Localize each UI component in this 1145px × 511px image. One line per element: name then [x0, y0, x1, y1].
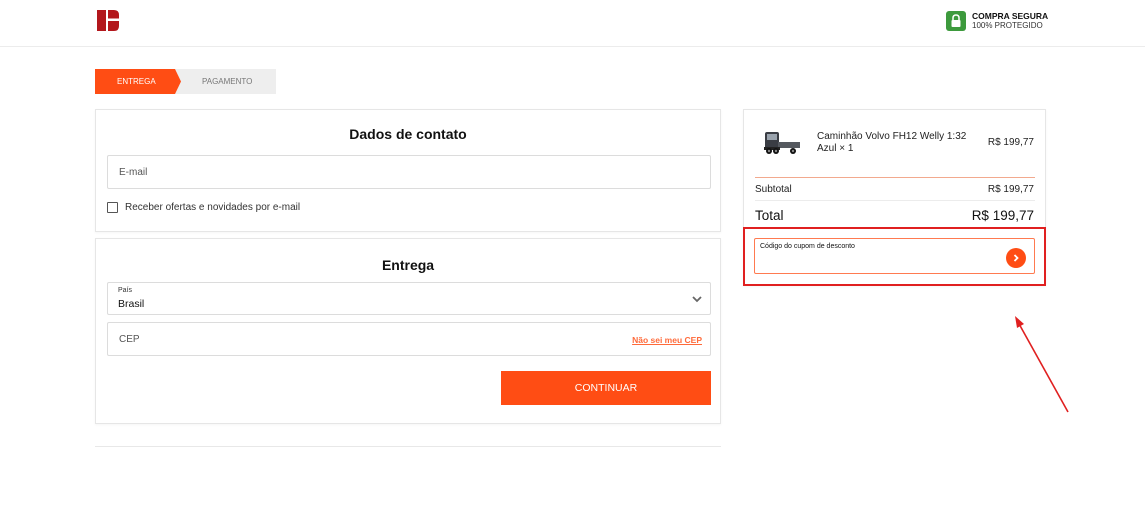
- newsletter-label: Receber ofertas e novidades por e-mail: [125, 202, 301, 213]
- product-name: Caminhão Volvo FH12 Welly 1:32 Azul × 1: [817, 131, 967, 154]
- country-value: Brasil: [118, 298, 145, 310]
- step-payment[interactable]: PAGAMENTO: [175, 69, 276, 94]
- subtotal-value: R$ 199,77: [987, 184, 1034, 195]
- newsletter-checkbox[interactable]: [107, 202, 118, 213]
- chevron-down-icon[interactable]: [691, 293, 703, 305]
- delivery-title: Entrega: [381, 257, 435, 273]
- brand-logo-icon[interactable]: [97, 10, 119, 31]
- country-label: País: [118, 287, 133, 294]
- newsletter-row[interactable]: Receber ofertas e novidades por e-mail: [107, 202, 300, 213]
- continue-button[interactable]: CONTINUAR: [501, 371, 711, 405]
- delivery-card: Entrega País Brasil Não sei meu CEP CONT…: [95, 238, 721, 424]
- secure-purchase-subtitle: 100% PROTEGIDO: [972, 21, 1043, 30]
- total-label: Total: [755, 208, 784, 223]
- secure-purchase-badge: COMPRA SEGURA 100% PROTEGIDO: [946, 11, 1048, 31]
- country-select[interactable]: País Brasil: [107, 282, 711, 315]
- email-field[interactable]: [108, 156, 710, 188]
- lock-shield-icon: [946, 11, 966, 31]
- coupon-submit-button[interactable]: [1006, 248, 1026, 268]
- total-value: R$ 199,77: [971, 208, 1034, 223]
- divider: [95, 446, 721, 447]
- step-delivery[interactable]: ENTREGA: [95, 69, 181, 94]
- summary-divider: [755, 177, 1035, 178]
- email-field-wrapper: [107, 155, 711, 189]
- contact-card: Dados de contato Receber ofertas e novid…: [95, 109, 721, 232]
- cep-field[interactable]: [108, 323, 710, 355]
- subtotal-divider: [755, 200, 1035, 201]
- product-price: R$ 199,77: [987, 137, 1034, 148]
- chevron-right-icon: [1013, 254, 1019, 262]
- checkout-steps: ENTREGA PAGAMENTO: [95, 69, 276, 94]
- secure-purchase-title: COMPRA SEGURA: [972, 11, 1049, 21]
- subtotal-label: Subtotal: [755, 184, 792, 195]
- coupon-field[interactable]: Código do cupom de desconto: [754, 238, 1035, 274]
- coupon-label: Código do cupom de desconto: [760, 243, 855, 250]
- site-header: COMPRA SEGURA 100% PROTEGIDO: [0, 0, 1145, 47]
- truck-product-icon: [764, 132, 800, 154]
- contact-title: Dados de contato: [349, 126, 467, 142]
- cep-field-wrapper: Não sei meu CEP: [107, 322, 711, 356]
- cep-help-link[interactable]: Não sei meu CEP: [632, 335, 702, 345]
